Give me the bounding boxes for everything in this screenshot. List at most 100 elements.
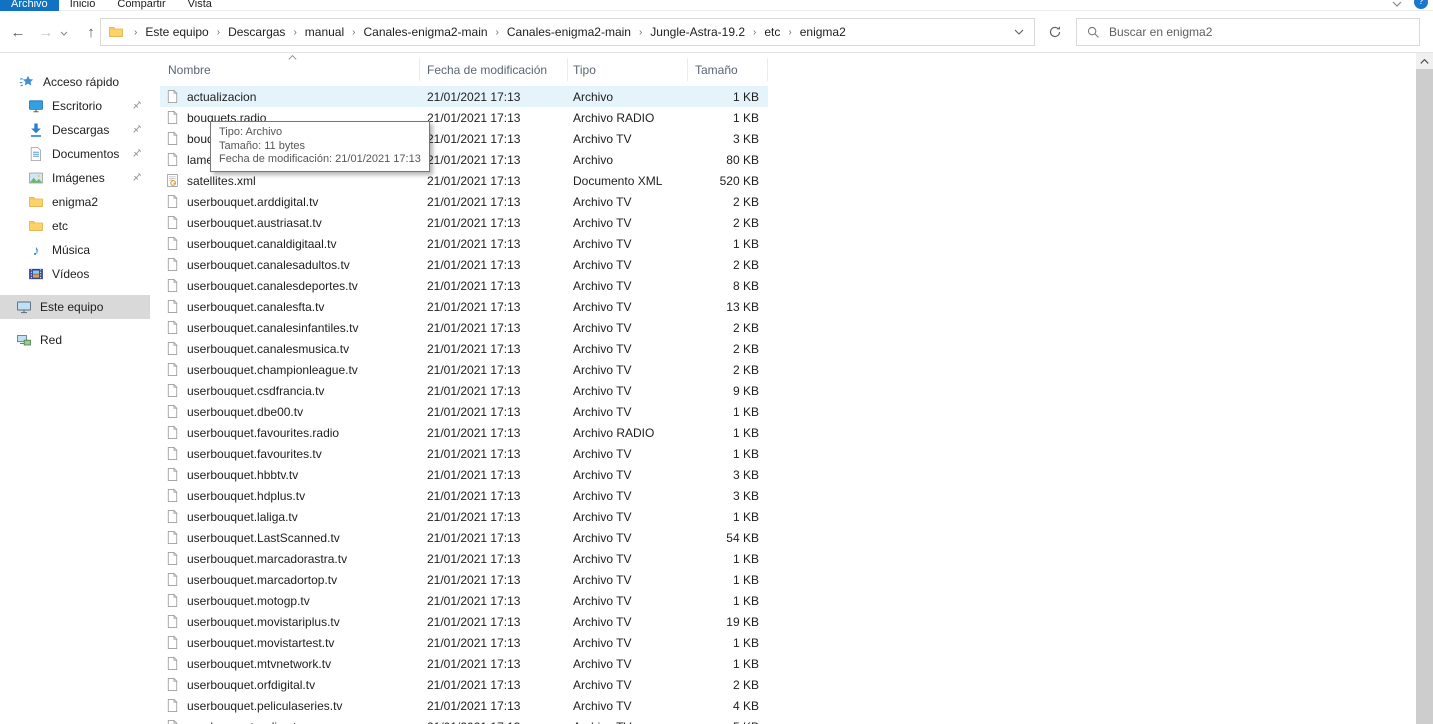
sidebar-item-escritorio[interactable]: Escritorio: [0, 94, 150, 118]
address-dropdown-icon[interactable]: [1004, 19, 1034, 45]
sidebar-gap: [0, 319, 150, 328]
file-row[interactable]: userbouquet.csdfrancia.tv21/01/2021 17:1…: [160, 380, 768, 401]
file-name: userbouquet.mtvnetwork.tv: [187, 657, 331, 671]
file-row[interactable]: actualizacion21/01/2021 17:13Archivo1 KB: [160, 86, 768, 107]
column-header-nombre[interactable]: Nombre: [160, 58, 420, 81]
file-row[interactable]: userbouquet.peliculaseries.tv21/01/2021 …: [160, 695, 768, 716]
sidebar-item-label: Imágenes: [52, 171, 105, 185]
file-name: userbouquet.marcadorastra.tv: [187, 552, 347, 566]
breadcrumb-item[interactable]: Descargas: [227, 25, 286, 39]
breadcrumb-item[interactable]: Canales-enigma2-main: [362, 25, 488, 39]
nav-buttons: ← → ↑: [4, 12, 104, 52]
file-row[interactable]: userbouquet.LastScanned.tv21/01/2021 17:…: [160, 527, 768, 548]
pin-icon[interactable]: [130, 147, 143, 160]
file-row[interactable]: userbouquet.canalesadultos.tv21/01/2021 …: [160, 254, 768, 275]
pin-icon[interactable]: [130, 171, 143, 184]
breadcrumb: ›Este equipo›Descargas›manual›Canales-en…: [127, 25, 847, 39]
file-size: 1 KB: [688, 447, 768, 461]
file-size: 2 KB: [688, 258, 768, 272]
file-row[interactable]: userbouquet.canalesmusica.tv21/01/2021 1…: [160, 338, 768, 359]
file-icon: [165, 509, 180, 524]
file-name: userbouquet.hdplus.tv: [187, 489, 305, 503]
file-row[interactable]: userbouquet.austriasat.tv21/01/2021 17:1…: [160, 212, 768, 233]
file-name: userbouquet.canalesdeportes.tv: [187, 279, 358, 293]
sidebar-item-musica[interactable]: ♪Música: [0, 238, 150, 262]
file-row[interactable]: userbouquet.dbe00.tv21/01/2021 17:13Arch…: [160, 401, 768, 422]
menu-tab-vista[interactable]: Vista: [177, 0, 223, 11]
file-name: userbouquet.canalesadultos.tv: [187, 258, 350, 272]
file-row[interactable]: userbouquet.arddigital.tv21/01/2021 17:1…: [160, 191, 768, 212]
sidebar-item-label: Este equipo: [40, 300, 103, 314]
sidebar-item-videos[interactable]: Vídeos: [0, 262, 150, 286]
sidebar-item-documentos[interactable]: Documentos: [0, 142, 150, 166]
file-row[interactable]: userbouquet.motogp.tv21/01/2021 17:13Arc…: [160, 590, 768, 611]
sidebar-item-imagenes[interactable]: Imágenes: [0, 166, 150, 190]
breadcrumb-item[interactable]: Jungle-Astra-19.2: [649, 25, 746, 39]
file-row[interactable]: userbouquet.canalesfta.tv21/01/2021 17:1…: [160, 296, 768, 317]
refresh-button[interactable]: [1041, 18, 1069, 46]
file-row[interactable]: userbouquet.laliga.tv21/01/2021 17:13Arc…: [160, 506, 768, 527]
file-row[interactable]: userbouquet.radios.tv21/01/2021 17:13Arc…: [160, 716, 768, 724]
file-row[interactable]: userbouquet.movistariplus.tv21/01/2021 1…: [160, 611, 768, 632]
file-row[interactable]: userbouquet.favourites.radio21/01/2021 1…: [160, 422, 768, 443]
help-icon[interactable]: ?: [1414, 0, 1428, 9]
vertical-scrollbar[interactable]: [1416, 53, 1433, 724]
file-row[interactable]: userbouquet.marcadortop.tv21/01/2021 17:…: [160, 569, 768, 590]
file-row[interactable]: userbouquet.hdplus.tv21/01/2021 17:13Arc…: [160, 485, 768, 506]
breadcrumb-item[interactable]: enigma2: [799, 25, 847, 39]
forward-button[interactable]: →: [32, 24, 60, 41]
address-bar[interactable]: ›Este equipo›Descargas›manual›Canales-en…: [100, 18, 1035, 46]
pin-icon[interactable]: [130, 99, 143, 112]
file-row[interactable]: userbouquet.canaldigitaal.tv21/01/2021 1…: [160, 233, 768, 254]
sidebar-item-red[interactable]: Red: [0, 328, 150, 352]
breadcrumb-separator-icon: ›: [489, 27, 506, 38]
menu-tabs: ArchivoInicioCompartirVista: [0, 0, 1433, 11]
file-row[interactable]: satellites.xml21/01/2021 17:13Documento …: [160, 170, 768, 191]
file-row[interactable]: userbouquet.hbbtv.tv21/01/2021 17:13Arch…: [160, 464, 768, 485]
file-type: Archivo TV: [568, 615, 688, 629]
expand-ribbon-icon[interactable]: [1392, 1, 1402, 7]
sidebar-item-enigma2[interactable]: enigma2: [0, 190, 150, 214]
file-name: userbouquet.championleague.tv: [187, 363, 358, 377]
file-size: 1 KB: [688, 594, 768, 608]
sidebar-item-este-equipo[interactable]: Este equipo: [0, 295, 150, 319]
file-name: userbouquet.canalesinfantiles.tv: [187, 321, 358, 335]
file-row[interactable]: userbouquet.marcadorastra.tv 21/01/2021 1…: [160, 548, 768, 569]
file-date: 21/01/2021 17:13: [420, 657, 568, 671]
back-button[interactable]: ←: [4, 24, 32, 41]
file-row[interactable]: userbouquet.canalesinfantiles.tv21/01/20…: [160, 317, 768, 338]
sidebar-item-descargas[interactable]: Descargas: [0, 118, 150, 142]
file-row[interactable]: userbouquet.favourites.tv21/01/2021 17:1…: [160, 443, 768, 464]
sidebar-item-acceso-rapido[interactable]: Acceso rápido: [0, 70, 150, 94]
menu-tab-inicio[interactable]: Inicio: [59, 0, 107, 11]
file-date: 21/01/2021 17:13: [420, 552, 568, 566]
file-date: 21/01/2021 17:13: [420, 111, 568, 125]
search-input[interactable]: [1109, 25, 1410, 39]
menu-tab-compartir[interactable]: Compartir: [106, 0, 176, 11]
history-dropdown-icon[interactable]: [60, 28, 78, 36]
file-type: Archivo TV: [568, 636, 688, 650]
menu-bar: ArchivoInicioCompartirVista ?: [0, 0, 1433, 11]
file-type: Archivo TV: [568, 300, 688, 314]
file-row[interactable]: userbouquet.movistartest.tv21/01/2021 17…: [160, 632, 768, 653]
scrollbar-up-icon[interactable]: [1416, 53, 1433, 69]
column-header-tamano[interactable]: Tamaño: [688, 58, 768, 81]
menu-tab-archivo[interactable]: Archivo: [0, 0, 59, 11]
file-date: 21/01/2021 17:13: [420, 426, 568, 440]
breadcrumb-item[interactable]: Este equipo: [144, 25, 209, 39]
breadcrumb-item[interactable]: etc: [763, 25, 781, 39]
file-row[interactable]: userbouquet.canalesdeportes.tv21/01/2021…: [160, 275, 768, 296]
sidebar-item-etc[interactable]: etc: [0, 214, 150, 238]
file-row[interactable]: userbouquet.mtvnetwork.tv 21/01/2021 17:1…: [160, 653, 768, 674]
file-icon: [165, 551, 180, 566]
scrollbar-thumb[interactable]: [1416, 69, 1433, 724]
file-row[interactable]: userbouquet.championleague.tv21/01/2021 …: [160, 359, 768, 380]
file-tooltip: Tipo: Archivo Tamaño: 11 bytes Fecha de …: [210, 121, 430, 172]
breadcrumb-item[interactable]: Canales-enigma2-main: [506, 25, 632, 39]
file-row[interactable]: userbouquet.orfdigital.tv21/01/2021 17:1…: [160, 674, 768, 695]
pin-icon[interactable]: [130, 123, 143, 136]
file-icon: [165, 89, 180, 104]
column-header-fecha[interactable]: Fecha de modificación: [420, 58, 568, 81]
breadcrumb-item[interactable]: manual: [304, 25, 345, 39]
column-header-tipo[interactable]: Tipo: [568, 58, 688, 81]
